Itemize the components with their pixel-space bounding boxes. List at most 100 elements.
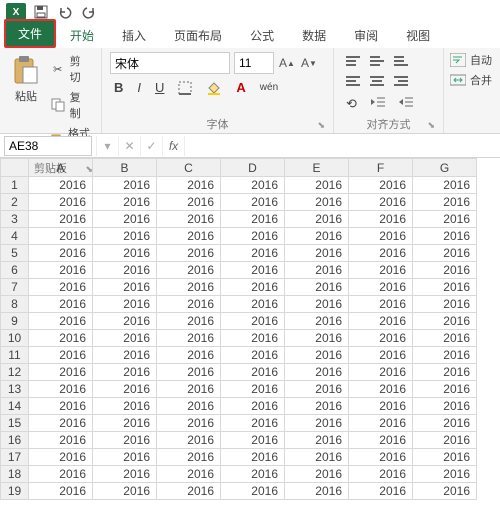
cell[interactable]: 2016 (221, 449, 285, 466)
cell[interactable]: 2016 (413, 449, 477, 466)
row-header[interactable]: 18 (1, 466, 29, 483)
cell[interactable]: 2016 (157, 347, 221, 364)
cell[interactable]: 2016 (93, 228, 157, 245)
cell[interactable]: 2016 (285, 347, 349, 364)
tab-insert[interactable]: 插入 (108, 23, 160, 48)
cell[interactable]: 2016 (285, 364, 349, 381)
italic-button[interactable]: I (133, 78, 145, 97)
sheet-area[interactable]: ABCDEFG120162016201620162016201620162201… (0, 158, 500, 512)
row-header[interactable]: 15 (1, 415, 29, 432)
cell[interactable]: 2016 (349, 415, 413, 432)
column-header[interactable]: B (93, 159, 157, 177)
cell[interactable]: 2016 (413, 347, 477, 364)
row-header[interactable]: 1 (1, 177, 29, 194)
align-right-button[interactable] (390, 72, 412, 90)
cell[interactable]: 2016 (29, 211, 93, 228)
qat-redo-button[interactable] (80, 3, 98, 21)
column-header[interactable]: G (413, 159, 477, 177)
cell[interactable]: 2016 (157, 313, 221, 330)
enter-button[interactable]: ✓ (140, 136, 162, 156)
cell[interactable]: 2016 (157, 398, 221, 415)
cell[interactable]: 2016 (221, 194, 285, 211)
cell[interactable]: 2016 (349, 279, 413, 296)
cell[interactable]: 2016 (93, 398, 157, 415)
cell[interactable]: 2016 (157, 381, 221, 398)
cell[interactable]: 2016 (93, 194, 157, 211)
namebox-dropdown[interactable]: ▾ (96, 136, 118, 156)
cell[interactable]: 2016 (157, 330, 221, 347)
cut-button[interactable]: ✂ 剪切 (48, 52, 93, 86)
cell[interactable]: 2016 (93, 211, 157, 228)
cell[interactable]: 2016 (413, 262, 477, 279)
orientation-button[interactable]: ⟲ (342, 94, 361, 114)
formula-input[interactable] (184, 136, 500, 156)
qat-undo-button[interactable] (56, 3, 74, 21)
cell[interactable]: 2016 (221, 381, 285, 398)
cell[interactable]: 2016 (221, 432, 285, 449)
cell[interactable]: 2016 (285, 483, 349, 500)
cell[interactable]: 2016 (221, 228, 285, 245)
row-header[interactable]: 12 (1, 364, 29, 381)
cell[interactable]: 2016 (413, 211, 477, 228)
cell[interactable]: 2016 (29, 347, 93, 364)
copy-button[interactable]: 复制 (48, 88, 93, 122)
align-left-button[interactable] (342, 72, 364, 90)
cell[interactable]: 2016 (93, 347, 157, 364)
cell[interactable]: 2016 (285, 398, 349, 415)
align-center-button[interactable] (366, 72, 388, 90)
cell[interactable]: 2016 (157, 483, 221, 500)
column-header[interactable]: F (349, 159, 413, 177)
cell[interactable]: 2016 (413, 313, 477, 330)
cell[interactable]: 2016 (29, 177, 93, 194)
cell[interactable]: 2016 (221, 279, 285, 296)
cell[interactable]: 2016 (285, 313, 349, 330)
cell[interactable]: 2016 (157, 177, 221, 194)
increase-indent-button[interactable] (395, 94, 417, 114)
font-color-button[interactable]: A (232, 78, 249, 97)
row-header[interactable]: 5 (1, 245, 29, 262)
cell[interactable]: 2016 (413, 381, 477, 398)
cell[interactable]: 2016 (413, 177, 477, 194)
cell[interactable]: 2016 (285, 279, 349, 296)
align-middle-button[interactable] (366, 52, 388, 70)
cell[interactable]: 2016 (349, 483, 413, 500)
cell[interactable]: 2016 (157, 262, 221, 279)
paste-button[interactable]: 粘贴 (8, 52, 44, 106)
tab-data[interactable]: 数据 (288, 23, 340, 48)
cell[interactable]: 2016 (29, 466, 93, 483)
cell[interactable]: 2016 (285, 228, 349, 245)
font-dialog-launcher[interactable]: ⬊ (110, 120, 325, 131)
cell[interactable]: 2016 (285, 415, 349, 432)
cell[interactable]: 2016 (349, 177, 413, 194)
cell[interactable]: 2016 (413, 415, 477, 432)
phonetic-button[interactable]: wén (256, 80, 282, 95)
cell[interactable]: 2016 (29, 279, 93, 296)
cell[interactable]: 2016 (221, 262, 285, 279)
cell[interactable]: 2016 (285, 449, 349, 466)
bold-button[interactable]: B (110, 78, 127, 97)
cell[interactable]: 2016 (29, 483, 93, 500)
cell[interactable]: 2016 (285, 296, 349, 313)
cell[interactable]: 2016 (157, 364, 221, 381)
cell[interactable]: 2016 (349, 313, 413, 330)
cell[interactable]: 2016 (93, 449, 157, 466)
cell[interactable]: 2016 (157, 279, 221, 296)
tab-home[interactable]: 开始 (56, 23, 108, 48)
tab-review[interactable]: 审阅 (340, 23, 392, 48)
cell[interactable]: 2016 (29, 228, 93, 245)
cell[interactable]: 2016 (93, 177, 157, 194)
row-header[interactable]: 8 (1, 296, 29, 313)
cell[interactable]: 2016 (29, 449, 93, 466)
tab-page-layout[interactable]: 页面布局 (160, 23, 236, 48)
row-header[interactable]: 19 (1, 483, 29, 500)
cell[interactable]: 2016 (157, 296, 221, 313)
border-button[interactable] (174, 79, 196, 97)
cell[interactable]: 2016 (29, 381, 93, 398)
cell[interactable]: 2016 (349, 330, 413, 347)
cell[interactable]: 2016 (413, 228, 477, 245)
cancel-button[interactable]: ✕ (118, 136, 140, 156)
cell[interactable]: 2016 (221, 466, 285, 483)
cell[interactable]: 2016 (157, 211, 221, 228)
cell[interactable]: 2016 (157, 194, 221, 211)
cell[interactable]: 2016 (221, 313, 285, 330)
